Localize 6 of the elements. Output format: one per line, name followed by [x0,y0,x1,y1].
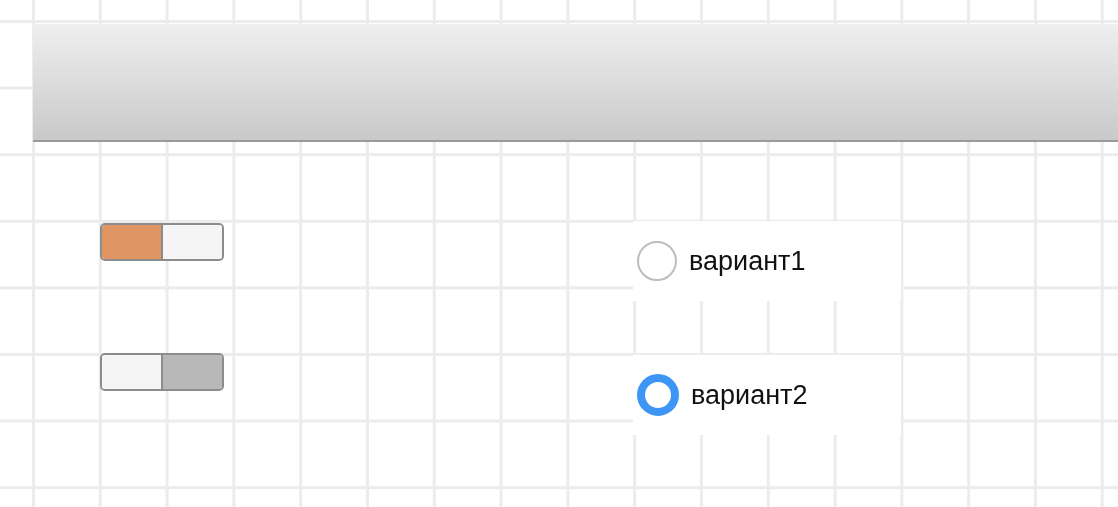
radio-label: вариант1 [689,245,806,277]
radio-label: вариант2 [691,379,808,411]
radio-button[interactable] [637,241,677,281]
toggle-switch[interactable] [100,353,224,391]
radio-button[interactable] [637,374,679,416]
toggle-switch[interactable] [100,223,224,261]
